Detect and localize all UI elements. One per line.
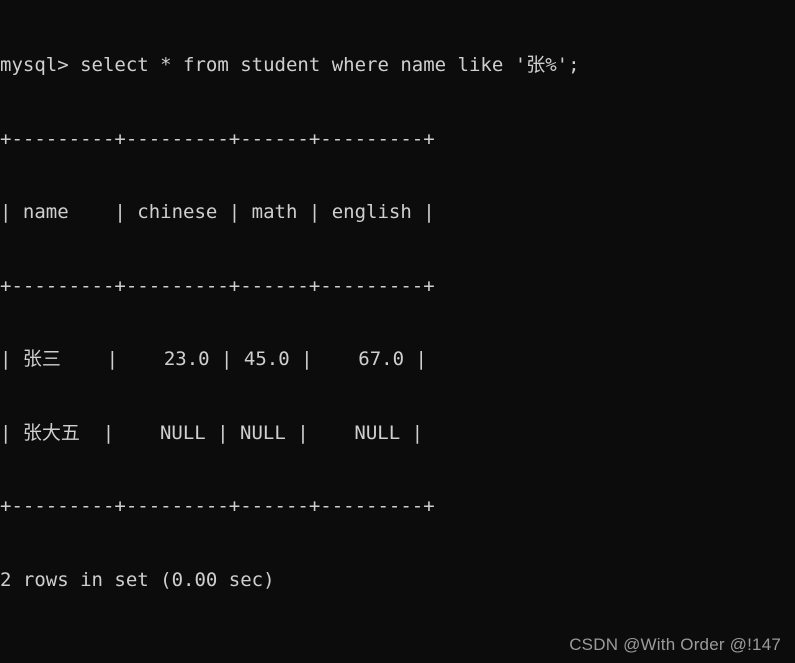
terminal-output-area: mysql> select * from student where name … — [0, 4, 795, 663]
terminal-line-table-border: +---------+---------+------+---------+ — [0, 127, 435, 150]
mysql-terminal-window[interactable]: mysql> select * from student where name … — [0, 0, 795, 663]
terminal-line-table-header: | name | chinese | math | english | — [0, 201, 435, 223]
terminal-line-table-row: | 张三 | 23.0 | 45.0 | 67.0 | — [0, 348, 427, 370]
terminal-line-status: 2 rows in set (0.00 sec) — [0, 568, 275, 591]
terminal-line-table-border: +---------+---------+------+---------+ — [0, 495, 435, 517]
csdn-watermark: CSDN @With Order @!147 — [569, 635, 781, 654]
terminal-line-table-row: | 张大五 | NULL | NULL | NULL | — [0, 421, 424, 444]
terminal-line-table-border: +---------+---------+------+---------+ — [0, 274, 435, 297]
terminal-line-command: mysql> select * from student where name … — [0, 54, 580, 76]
